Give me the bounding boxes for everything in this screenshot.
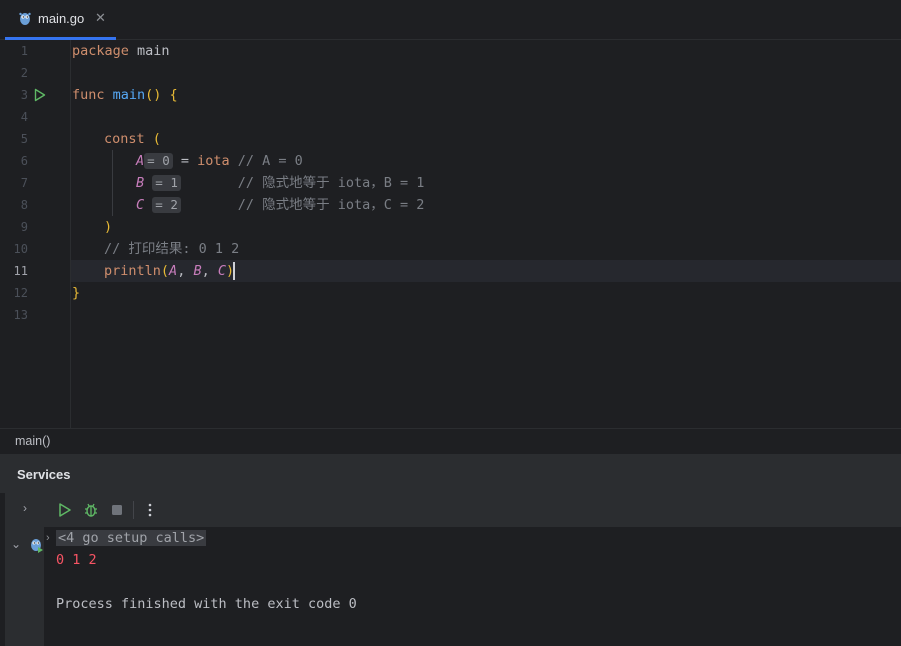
line-number: 13 — [13, 308, 28, 322]
run-console[interactable]: › <4 go setup calls> 0 1 2 Process finis… — [44, 527, 901, 646]
line-number: 9 — [20, 220, 28, 234]
code-line-10: // 打印结果: 0 1 2 — [104, 241, 240, 257]
code-line-1: package main — [72, 43, 170, 59]
code-line-3: func main() { — [72, 87, 178, 103]
go-run-config-icon[interactable] — [30, 537, 44, 553]
line-number: 7 — [20, 176, 28, 190]
chevron-down-icon[interactable]: ⌄ — [11, 537, 21, 551]
console-toolbar — [44, 493, 901, 527]
breadcrumb: main() — [0, 428, 901, 453]
line-number: 3 — [20, 88, 28, 102]
toolbar-separator — [133, 501, 134, 519]
tab-label: main.go — [38, 11, 85, 26]
rerun-icon[interactable] — [57, 502, 73, 518]
console-line-setup: <4 go setup calls> — [56, 527, 207, 549]
services-title: Services — [17, 467, 71, 482]
gopher-icon — [19, 12, 31, 25]
line-number: 8 — [20, 198, 28, 212]
chevron-right-icon[interactable]: › — [23, 501, 27, 515]
inlay-hint: = 2 — [152, 197, 181, 213]
code-line-6: A = 0 = iota // A = 0 — [136, 153, 303, 169]
indent-guide — [112, 150, 113, 216]
run-icon[interactable] — [34, 88, 46, 102]
line-number-current: 11 — [13, 264, 28, 278]
line-number: 4 — [20, 110, 28, 124]
line-number: 12 — [13, 286, 28, 300]
close-icon[interactable]: ✕ — [95, 10, 106, 26]
console-line-exit: Process finished with the exit code 0 — [56, 596, 357, 612]
code-editor[interactable]: 1 2 3 4 5 6 7 8 9 10 11 12 13 package ma… — [0, 40, 901, 428]
line-number: 10 — [13, 242, 28, 256]
console-line-output: 0 1 2 — [56, 552, 97, 568]
code-line-9: ) — [104, 219, 113, 235]
line-gutter: 1 2 3 4 5 6 7 8 9 10 11 12 13 — [0, 40, 71, 428]
services-panel: › ⌄ › <4 go setup calls> 0 1 2 Process f… — [0, 493, 901, 646]
setup-calls-fold[interactable]: <4 go setup calls> — [56, 530, 207, 546]
code-line-12: } — [72, 285, 81, 301]
code-line-7: B = 1 // 隐式地等于 iota，B = 1 — [136, 175, 425, 191]
tab-main-go[interactable]: main.go ✕ — [5, 0, 116, 40]
text-caret — [233, 262, 236, 280]
line-number: 6 — [20, 154, 28, 168]
services-panel-header: Services — [0, 453, 901, 494]
chevron-right-icon[interactable]: › — [46, 532, 50, 544]
inlay-hint: = 0 — [144, 153, 173, 169]
line-number: 5 — [20, 132, 28, 146]
breadcrumb-item-main[interactable]: main() — [15, 434, 50, 448]
code-line-8: C = 2 // 隐式地等于 iota，C = 2 — [136, 197, 425, 213]
services-tree: › ⌄ — [5, 493, 45, 646]
debug-icon[interactable] — [83, 502, 99, 518]
stop-icon[interactable] — [109, 502, 125, 518]
inlay-hint: = 1 — [152, 175, 181, 191]
code-line-11: println(A, B, C) — [104, 262, 236, 280]
line-number: 1 — [20, 44, 28, 58]
editor-tab-bar: main.go ✕ — [0, 0, 901, 40]
more-options-icon[interactable] — [142, 502, 158, 518]
line-number: 2 — [20, 66, 28, 80]
code-line-5: const ( — [104, 131, 161, 147]
